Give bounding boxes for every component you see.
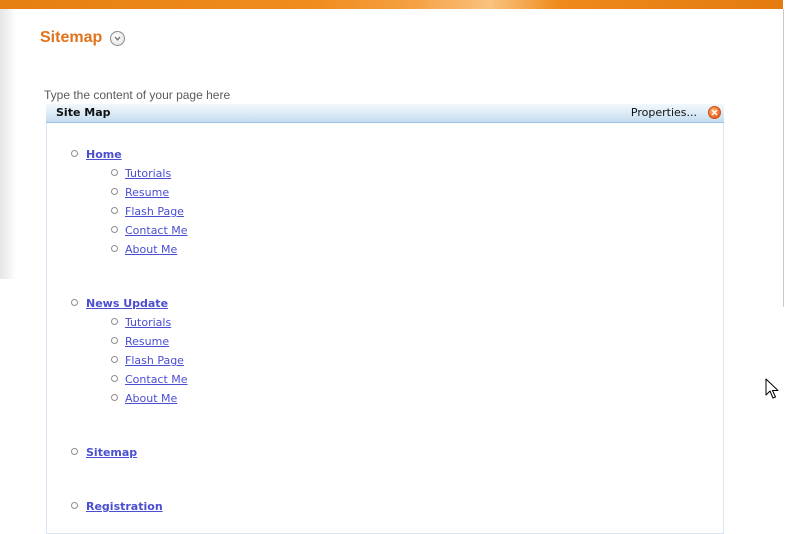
sitemap-link-tutorials[interactable]: Tutorials [125, 316, 171, 329]
circle-bullet-icon [111, 207, 118, 214]
page-content-hint[interactable]: Type the content of your page here [44, 88, 230, 102]
circle-bullet-icon [111, 226, 118, 233]
sitemap-link-contact-me[interactable]: Contact Me [125, 373, 188, 386]
circle-bullet-icon [71, 299, 78, 306]
circle-bullet-icon [111, 375, 118, 382]
circle-bullet-icon [111, 318, 118, 325]
close-icon[interactable] [708, 106, 721, 119]
circle-bullet-icon [111, 169, 118, 176]
sitemap-link-about-me[interactable]: About Me [125, 392, 177, 405]
sitemap-link-about-me[interactable]: About Me [125, 243, 177, 256]
banner-highlight [420, 0, 560, 9]
circle-bullet-icon [71, 502, 78, 509]
circle-bullet-icon [71, 448, 78, 455]
panel-title: Site Map [56, 106, 111, 119]
sitemap-link-resume[interactable]: Resume [125, 186, 169, 199]
left-edge-shadow [0, 9, 16, 279]
circle-bullet-icon [71, 150, 78, 157]
sitemap-link-registration[interactable]: Registration [86, 500, 163, 513]
page-title: Sitemap [40, 29, 103, 46]
circle-bullet-icon [111, 394, 118, 401]
mouse-pointer-icon [765, 378, 779, 399]
circle-bullet-icon [111, 188, 118, 195]
sitemap-link-flash-page[interactable]: Flash Page [125, 354, 184, 367]
circle-bullet-icon [111, 337, 118, 344]
top-banner [0, 0, 783, 9]
sitemap-link-tutorials[interactable]: Tutorials [125, 167, 171, 180]
properties-button[interactable]: Properties... [631, 106, 697, 119]
sitemap-link-home[interactable]: Home [86, 148, 122, 161]
sitemap-link-contact-me[interactable]: Contact Me [125, 224, 188, 237]
chevron-down-circle-icon[interactable] [110, 31, 125, 46]
sitemap-link-resume[interactable]: Resume [125, 335, 169, 348]
sitemap-link-flash-page[interactable]: Flash Page [125, 205, 184, 218]
sitemap-link-news-update[interactable]: News Update [86, 297, 168, 310]
right-edge-border [783, 9, 784, 307]
circle-bullet-icon [111, 245, 118, 252]
circle-bullet-icon [111, 356, 118, 363]
sitemap-panel-header: Site Map Properties... [46, 104, 724, 123]
sitemap-link-sitemap[interactable]: Sitemap [86, 446, 137, 459]
